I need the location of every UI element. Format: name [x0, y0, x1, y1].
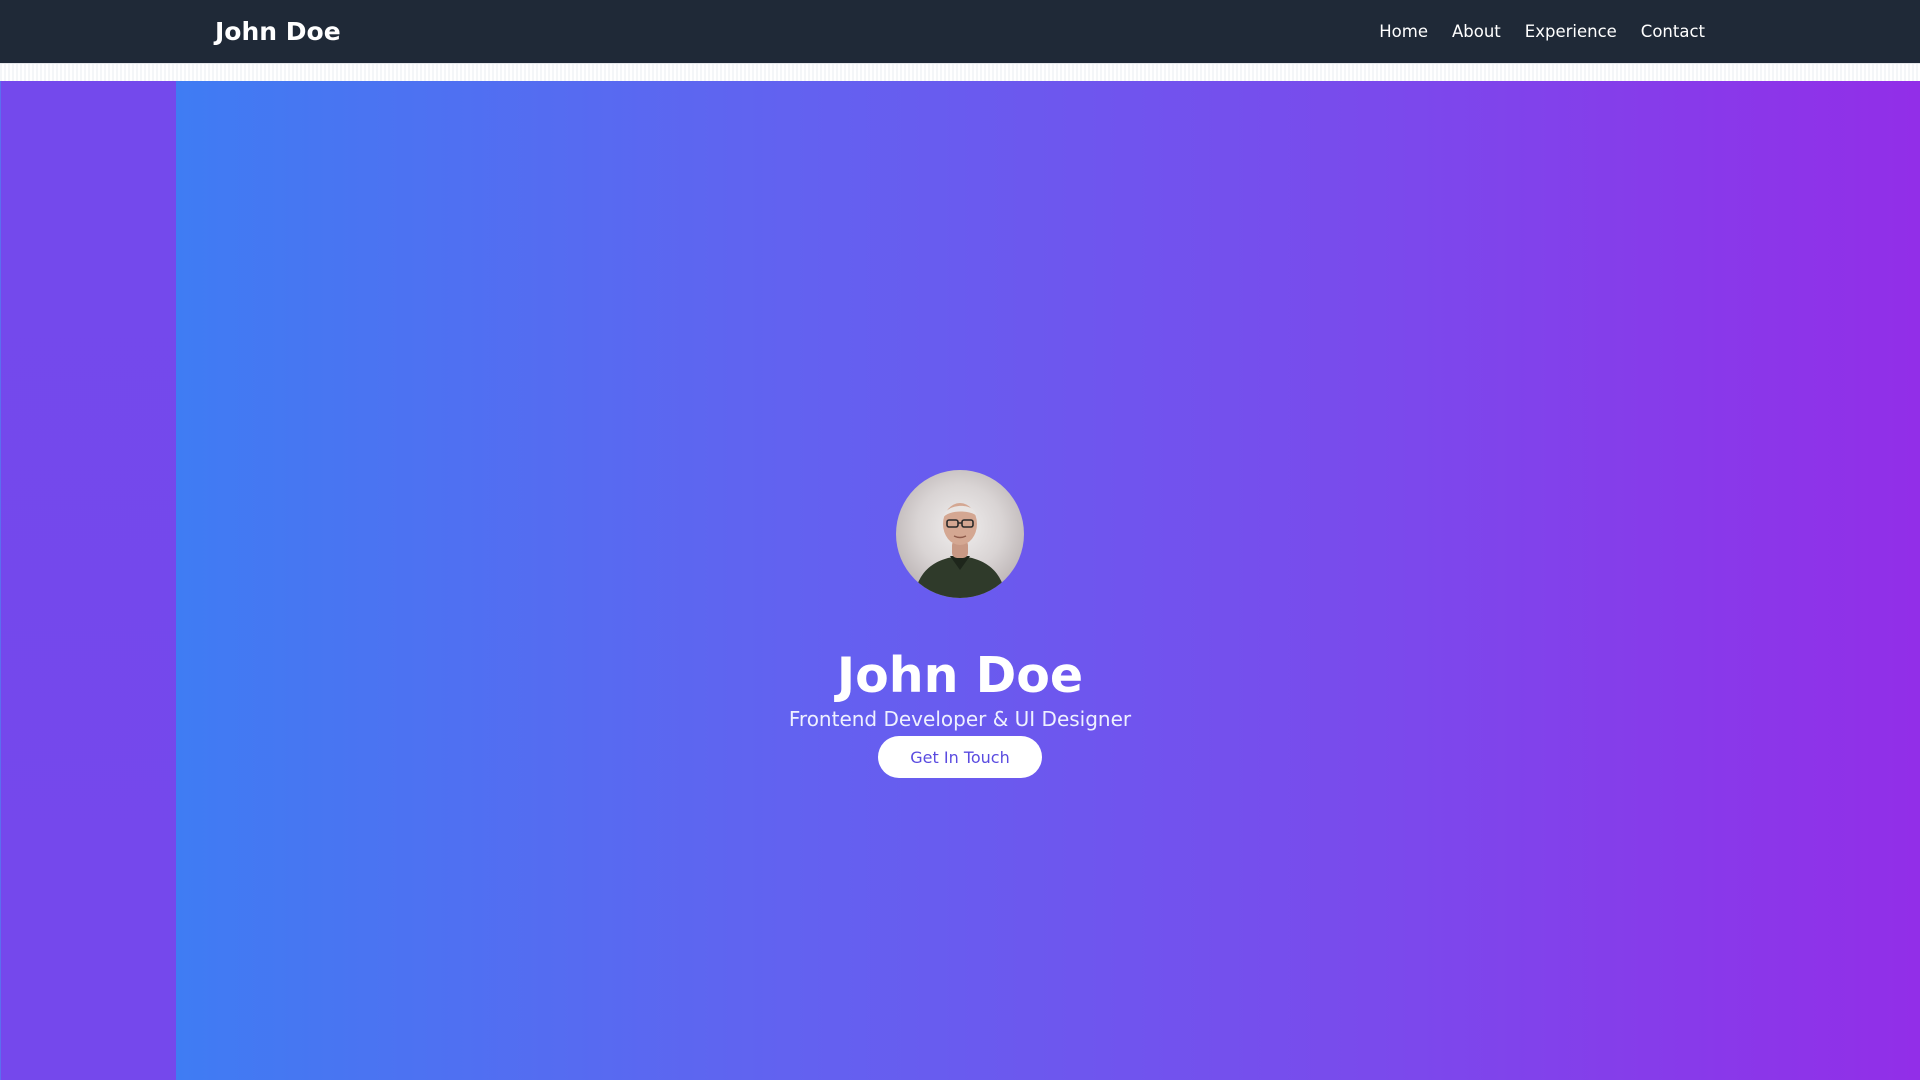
nav-link-experience[interactable]: Experience — [1525, 22, 1617, 41]
nav-link-contact[interactable]: Contact — [1641, 22, 1705, 41]
avatar — [896, 470, 1024, 598]
profile-photo-illustration — [914, 503, 1006, 598]
navbar-divider-strip — [0, 63, 1920, 81]
hero-section — [176, 81, 1920, 1080]
nav-link-home[interactable]: Home — [1379, 22, 1428, 41]
nav-links: Home About Experience Contact — [1379, 22, 1705, 41]
nav-link-about[interactable]: About — [1452, 22, 1501, 41]
left-side-band — [0, 81, 176, 1080]
brand-logo[interactable]: John Doe — [215, 17, 341, 46]
navbar: John Doe Home About Experience Contact — [0, 0, 1920, 63]
get-in-touch-button[interactable]: Get In Touch — [878, 736, 1042, 778]
